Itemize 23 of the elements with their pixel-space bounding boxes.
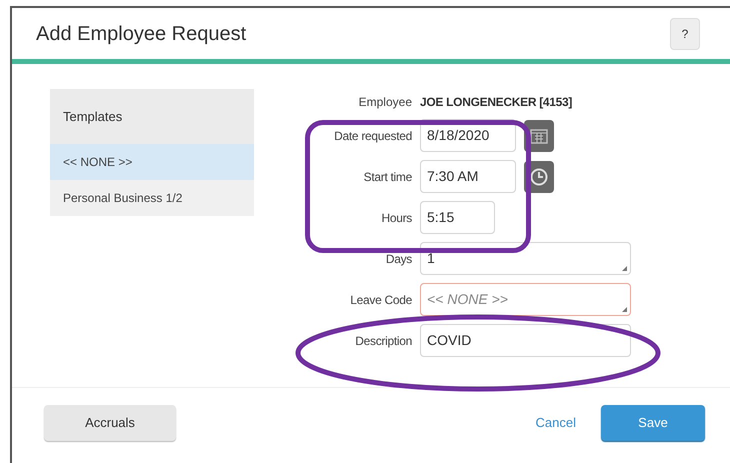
field-label: Start time bbox=[362, 168, 412, 186]
field-label: Leave Code bbox=[349, 292, 412, 308]
help-button[interactable]: ? bbox=[670, 18, 700, 50]
field-label: Employee bbox=[358, 94, 412, 111]
calendar-icon bbox=[530, 128, 548, 144]
template-item[interactable]: << NONE >> bbox=[50, 144, 254, 180]
field-label: Description bbox=[354, 332, 412, 350]
input-field[interactable]: 5:15 bbox=[420, 201, 495, 234]
employee-name: JOE LONGENECKER [4153] bbox=[420, 94, 572, 111]
resize-grip-icon bbox=[622, 307, 627, 312]
dialog-title: Add Employee Request bbox=[36, 22, 246, 46]
input-field[interactable]: 7:30 AM bbox=[420, 160, 516, 193]
field-label: Hours bbox=[380, 210, 412, 226]
templates-header: Templates bbox=[50, 89, 254, 144]
field-label: Days bbox=[384, 250, 412, 268]
clock-icon bbox=[530, 168, 548, 186]
input-field[interactable]: 1 bbox=[420, 242, 631, 275]
field-label: Date requested bbox=[333, 128, 412, 144]
input-field[interactable]: COVID bbox=[420, 324, 631, 357]
accruals-button[interactable]: Accruals bbox=[44, 404, 176, 440]
resize-grip-icon bbox=[622, 266, 627, 271]
input-field[interactable]: 8/18/2020 bbox=[420, 119, 516, 152]
input-field[interactable]: << NONE >> bbox=[420, 283, 631, 316]
